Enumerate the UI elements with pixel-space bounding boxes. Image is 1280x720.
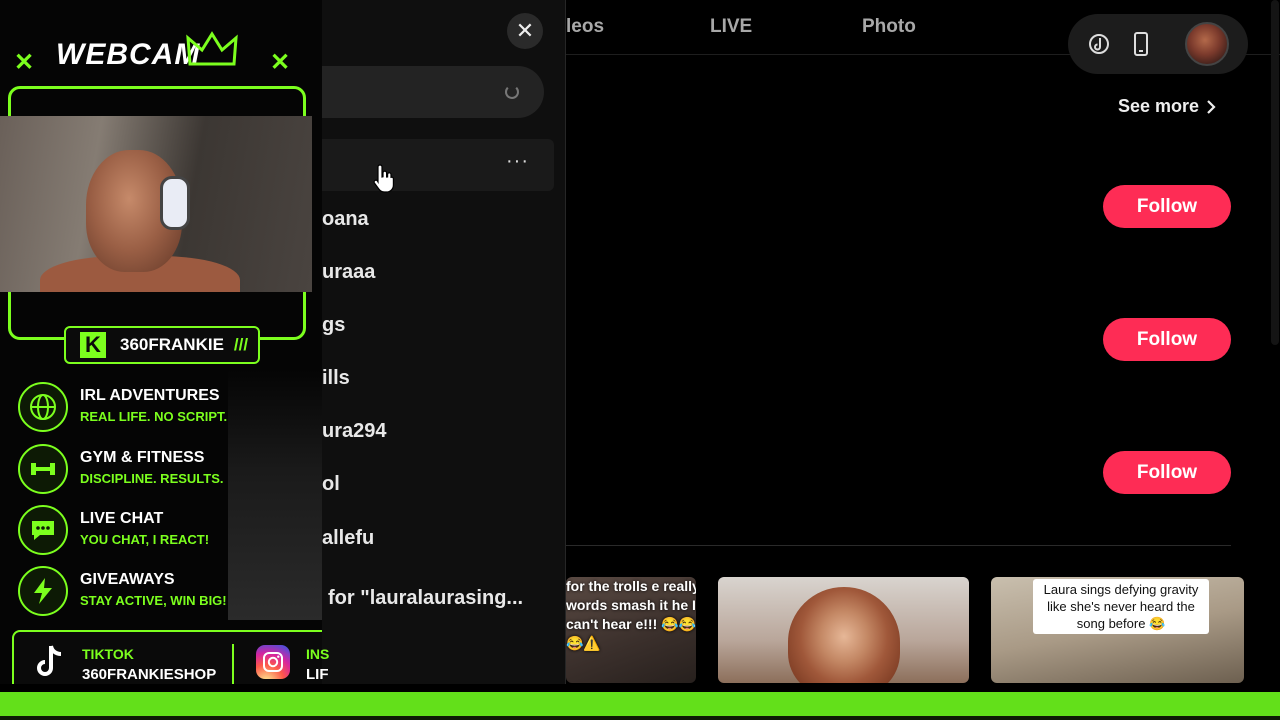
tab-videos[interactable]: leos bbox=[566, 16, 604, 38]
globe-icon bbox=[18, 382, 68, 432]
feature-title: GIVEAWAYS bbox=[80, 571, 175, 588]
phone-icon[interactable] bbox=[1130, 30, 1152, 58]
webcam-feed bbox=[0, 116, 312, 292]
feature-giveaways: GIVEAWAYS STAY ACTIVE, WIN BIG! bbox=[18, 564, 318, 618]
decor-x-right: ✕ bbox=[270, 49, 291, 76]
suggestion-item[interactable]: ills bbox=[322, 367, 350, 390]
tab-live[interactable]: LIVE bbox=[710, 16, 752, 38]
feature-subtitle: YOU CHAT, I REACT! bbox=[80, 532, 210, 547]
suggestion-item[interactable]: gs bbox=[322, 314, 345, 337]
suggestion-item[interactable]: uraaa bbox=[322, 261, 375, 284]
follow-button-2[interactable]: Follow bbox=[1103, 318, 1231, 361]
loading-spinner-icon bbox=[505, 85, 519, 99]
feature-subtitle: DISCIPLINE. RESULTS. bbox=[80, 471, 224, 486]
stream-overlay: ✕ WEBCAM ✕ K 360FRANKIE /// IRL ADVENTUR… bbox=[0, 0, 329, 700]
tab-photo[interactable]: Photo bbox=[862, 16, 916, 38]
video-thumbnail-3[interactable]: Laura sings defying gravity like she's n… bbox=[991, 577, 1244, 683]
chevron-right-icon bbox=[1207, 99, 1216, 114]
close-icon[interactable]: ✕ bbox=[507, 13, 543, 49]
hand-cursor-icon bbox=[373, 164, 394, 193]
decor-slashes: /// bbox=[233, 335, 249, 354]
divider bbox=[232, 644, 234, 684]
suggestion-item[interactable]: allefu bbox=[322, 527, 374, 550]
see-more-label: See more bbox=[1118, 96, 1200, 116]
kick-logo-icon: K bbox=[80, 332, 106, 358]
feature-gym: GYM & FITNESS DISCIPLINE. RESULTS. bbox=[18, 442, 318, 496]
feature-subtitle: STAY ACTIVE, WIN BIG! bbox=[80, 593, 227, 608]
instagram-logo-icon bbox=[256, 645, 290, 679]
feature-subtitle: REAL LIFE. NO SCRIPT. bbox=[80, 409, 228, 424]
chat-icon bbox=[18, 505, 68, 555]
tiktok-handle: 360FRANKIESHOP bbox=[82, 666, 217, 683]
profile-avatar[interactable] bbox=[1185, 22, 1229, 66]
strip-accent bbox=[0, 692, 1280, 716]
streamer-name: 360FRANKIE bbox=[120, 335, 224, 354]
follow-button-1[interactable]: Follow bbox=[1103, 185, 1231, 228]
instagram-handle: LIF bbox=[306, 666, 329, 683]
streamer-name-badge: K 360FRANKIE /// bbox=[64, 326, 260, 364]
overlay-bottom-strip bbox=[0, 684, 1280, 720]
feature-irl: IRL ADVENTURES REAL LIFE. NO SCRIPT. bbox=[18, 380, 318, 434]
scrollbar[interactable] bbox=[1271, 0, 1279, 345]
tiktok-coin-icon[interactable] bbox=[1088, 30, 1110, 58]
decor-x-left: ✕ bbox=[14, 49, 35, 76]
headset-icon bbox=[160, 176, 190, 230]
feature-title: LIVE CHAT bbox=[80, 510, 164, 527]
suggestion-item[interactable]: oana bbox=[322, 208, 369, 231]
instagram-label: INS bbox=[306, 646, 330, 662]
search-for-query[interactable]: for "lauralaurasing... bbox=[328, 587, 523, 610]
dumbbell-icon bbox=[18, 444, 68, 494]
lightning-icon bbox=[18, 566, 68, 616]
tiktok-label: TIKTOK bbox=[82, 646, 134, 662]
tiktok-logo-icon bbox=[30, 642, 68, 682]
section-divider bbox=[566, 545, 1231, 546]
feature-title: IRL ADVENTURES bbox=[80, 387, 220, 404]
follow-button-3[interactable]: Follow bbox=[1103, 451, 1231, 494]
video-caption-1: for the trolls e really words smash it h… bbox=[566, 578, 696, 651]
suggestion-item[interactable]: ol bbox=[322, 473, 340, 496]
suggestion-item[interactable]: ura294 bbox=[322, 420, 387, 443]
webcam-title: WEBCAM bbox=[56, 38, 201, 71]
feature-title: GYM & FITNESS bbox=[80, 449, 205, 466]
feature-chat: LIVE CHAT YOU CHAT, I REACT! bbox=[18, 503, 318, 557]
video-thumbnail-2[interactable] bbox=[718, 577, 969, 683]
video-caption-3: Laura sings defying gravity like she's n… bbox=[1033, 579, 1209, 634]
see-more-link[interactable]: See more bbox=[1118, 96, 1217, 117]
more-options-icon[interactable]: ··· bbox=[506, 150, 529, 173]
crown-icon bbox=[186, 31, 238, 66]
video-thumbnail-1[interactable]: for the trolls e really words smash it h… bbox=[566, 577, 696, 683]
person-image bbox=[788, 587, 900, 683]
